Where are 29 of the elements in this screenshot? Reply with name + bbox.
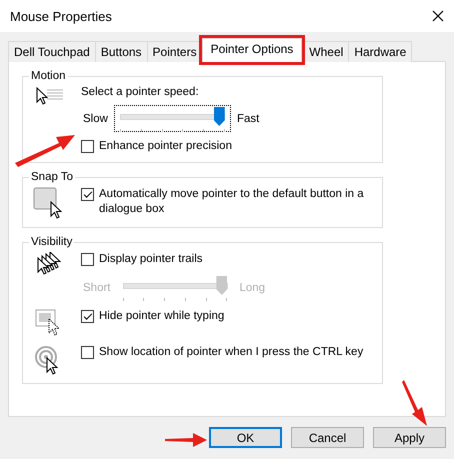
checkbox[interactable] (81, 310, 94, 323)
tab[interactable]: Hardware (348, 41, 412, 62)
tab[interactable]: Buttons (94, 41, 148, 62)
slider-thumb[interactable] (214, 107, 225, 126)
window-title: Mouse Properties (10, 8, 112, 24)
snap-to-button-icon (33, 187, 65, 219)
checkbox[interactable] (81, 188, 94, 201)
slider-min-label: Short (82, 282, 112, 294)
checkbox-label: Automatically move pointer to the default button in a dialogue box (99, 187, 365, 217)
tab[interactable]: Pointer Options (202, 38, 302, 62)
checkbox-label: Display pointer trails (99, 252, 203, 267)
slider-min-label: Slow (82, 112, 109, 124)
checkbox[interactable] (81, 346, 94, 359)
checkbox-label: Hide pointer while typing (99, 309, 224, 324)
group-title: Snap To (30, 171, 74, 183)
checkbox[interactable] (81, 140, 94, 153)
checkbox-label: Enhance pointer precision (99, 139, 232, 154)
group-title: Motion (30, 70, 67, 82)
dialog-button[interactable]: Cancel (291, 427, 364, 448)
close-icon[interactable] (432, 10, 444, 22)
slider[interactable] (114, 105, 231, 132)
field-label: Select a pointer speed: (81, 86, 200, 98)
group-title: Visibility (30, 236, 74, 248)
tab[interactable]: Wheel (303, 41, 350, 62)
tab[interactable]: Dell Touchpad (8, 41, 96, 62)
slider-max-label: Long (238, 282, 266, 294)
slider-max-label: Fast (236, 112, 260, 124)
checkbox-label: Show location of pointer when I press the CTRL key (99, 345, 364, 360)
checkbox[interactable] (81, 253, 94, 266)
